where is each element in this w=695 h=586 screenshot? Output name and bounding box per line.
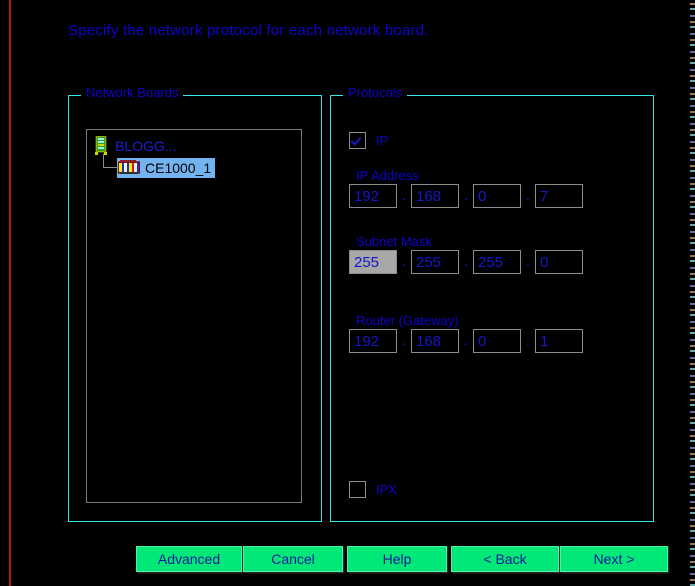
tree-connector-vertical bbox=[103, 154, 104, 168]
tree-item-ce1000-1-label: CE1000_1 bbox=[145, 160, 212, 176]
ip-address-label: IP Address bbox=[356, 168, 419, 183]
router-gateway-row: 192 . 168 . 0 . 1 bbox=[349, 329, 583, 353]
subnet-mask-dot-3: . bbox=[525, 253, 531, 270]
cancel-button[interactable]: Cancel bbox=[243, 546, 343, 572]
ip-address-dot-3: . bbox=[525, 187, 531, 204]
left-edge-red-line bbox=[9, 0, 11, 586]
ipx-checkbox-row[interactable]: IPX bbox=[349, 481, 397, 498]
ip-checkbox-label: IP bbox=[376, 133, 389, 148]
router-gateway-octet-1[interactable]: 192 bbox=[349, 329, 397, 353]
subnet-mask-octet-2[interactable]: 255 bbox=[411, 250, 459, 274]
tree-item-root-label: BLOGG... bbox=[115, 138, 177, 154]
right-edge-dither bbox=[690, 0, 695, 586]
subnet-mask-octet-3[interactable]: 255 bbox=[473, 250, 521, 274]
next-button[interactable]: Next > bbox=[560, 546, 668, 572]
subnet-mask-row: 255 . 255 . 255 . 0 bbox=[349, 250, 583, 274]
router-gateway-octet-3[interactable]: 0 bbox=[473, 329, 521, 353]
network-boards-tree[interactable]: BLOGG... CE1000_1 bbox=[86, 129, 302, 503]
protocols-legend: Protocols bbox=[343, 86, 408, 100]
wizard-screen: Specify the network protocol for each ne… bbox=[0, 0, 695, 586]
ip-checkbox-row[interactable]: IP bbox=[349, 132, 388, 149]
advanced-button[interactable]: Advanced bbox=[136, 546, 242, 572]
subnet-mask-dot-1: . bbox=[401, 253, 407, 270]
tree-item-root[interactable]: BLOGG... bbox=[95, 135, 180, 156]
tree-item-ce1000-1[interactable]: CE1000_1 bbox=[117, 158, 216, 178]
network-boards-group: Network Boards BLOGG... CE1000_1 bbox=[68, 86, 322, 522]
ip-checkbox[interactable] bbox=[349, 132, 366, 149]
left-edge-dither bbox=[0, 0, 9, 586]
tree-connector-horizontal bbox=[103, 167, 117, 168]
subnet-mask-octet-4[interactable]: 0 bbox=[535, 250, 583, 274]
subnet-mask-dot-2: . bbox=[463, 253, 469, 270]
ip-address-dot-1: . bbox=[401, 187, 407, 204]
back-button[interactable]: < Back bbox=[451, 546, 559, 572]
server-icon bbox=[95, 135, 109, 156]
router-gateway-octet-2[interactable]: 168 bbox=[411, 329, 459, 353]
instruction-text: Specify the network protocol for each ne… bbox=[68, 22, 429, 39]
ip-address-octet-2[interactable]: 168 bbox=[411, 184, 459, 208]
button-bar: Advanced Cancel Help < Back Next > bbox=[0, 546, 695, 578]
ip-address-row: 192 . 168 . 0 . 7 bbox=[349, 184, 583, 208]
protocols-group: Protocols IP IP Address 192 . 168 . 0 . … bbox=[330, 86, 654, 522]
router-gateway-octet-4[interactable]: 1 bbox=[535, 329, 583, 353]
network-boards-legend: Network Boards bbox=[81, 86, 184, 100]
network-card-icon bbox=[117, 160, 141, 176]
router-gateway-dot-1: . bbox=[401, 332, 407, 349]
ipx-checkbox[interactable] bbox=[349, 481, 366, 498]
ip-address-octet-4[interactable]: 7 bbox=[535, 184, 583, 208]
ip-address-octet-3[interactable]: 0 bbox=[473, 184, 521, 208]
ip-address-dot-2: . bbox=[463, 187, 469, 204]
subnet-mask-octet-1[interactable]: 255 bbox=[349, 250, 397, 274]
router-gateway-dot-2: . bbox=[463, 332, 469, 349]
router-gateway-dot-3: . bbox=[525, 332, 531, 349]
help-button[interactable]: Help bbox=[347, 546, 447, 572]
router-gateway-label: Router (Gateway) bbox=[356, 313, 459, 328]
ip-address-octet-1[interactable]: 192 bbox=[349, 184, 397, 208]
subnet-mask-label: Subnet Mask bbox=[356, 234, 432, 249]
ipx-checkbox-label: IPX bbox=[376, 482, 397, 497]
